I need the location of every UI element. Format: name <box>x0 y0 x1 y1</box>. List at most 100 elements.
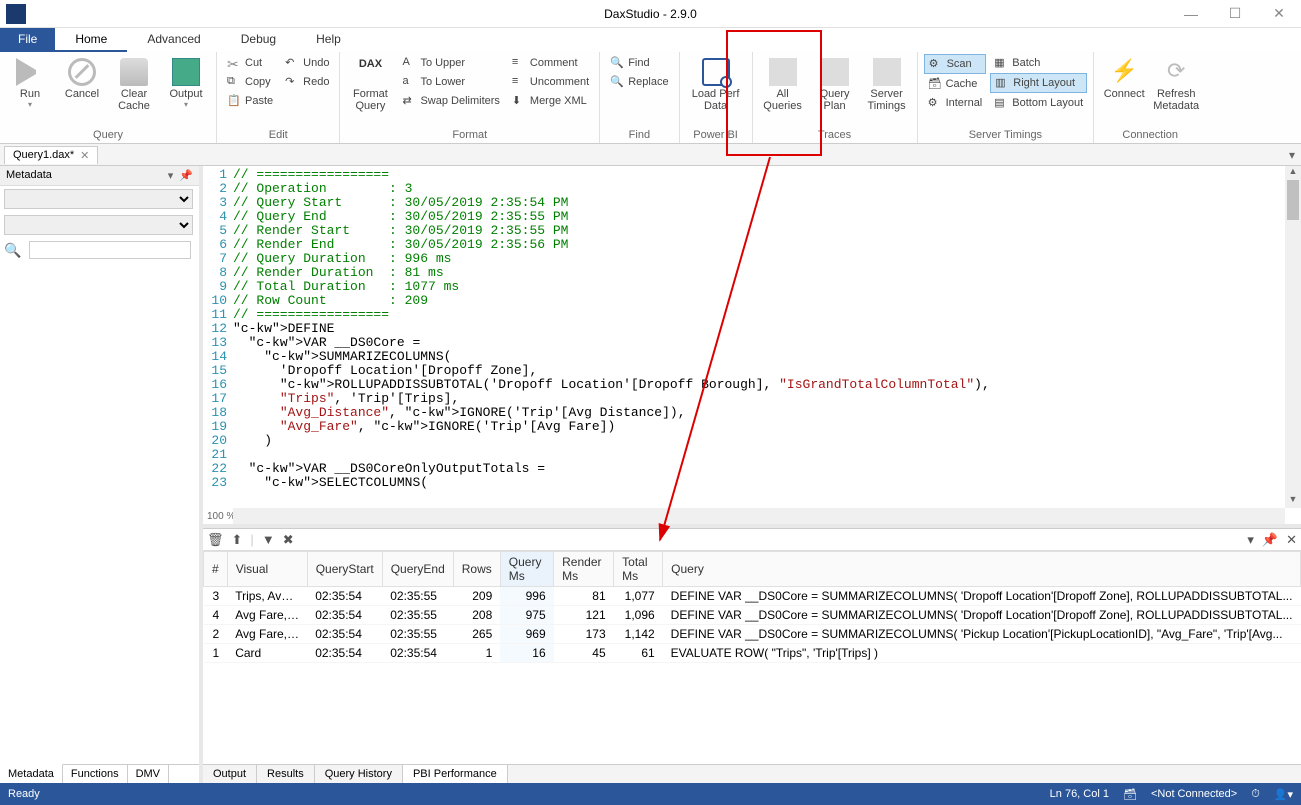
results-tab-results[interactable]: Results <box>257 765 315 783</box>
internal-toggle[interactable]: ⚙Internal <box>924 94 987 112</box>
sidebar-tab-functions[interactable]: Functions <box>63 765 128 783</box>
results-tab-output[interactable]: Output <box>203 765 257 783</box>
title-bar: DaxStudio - 2.9.0 — ☐ ✕ <box>0 0 1301 28</box>
col-querystart[interactable]: QueryStart <box>307 552 382 587</box>
table-row[interactable]: 2Avg Fare, Fi02:35:5402:35:552659691731,… <box>204 625 1301 644</box>
query-plan-button[interactable]: Query Plan <box>811 54 859 112</box>
clear-filter-icon[interactable]: ✖ <box>283 532 294 548</box>
col-rows[interactable]: Rows <box>453 552 500 587</box>
paste-button[interactable]: 📋Paste <box>223 92 277 110</box>
export-icon[interactable]: ⬆ <box>232 532 243 548</box>
batch-icon: ▦ <box>994 56 1008 70</box>
close-button[interactable]: ✕ <box>1257 0 1301 28</box>
panel-close-icon[interactable]: ✕ <box>1286 532 1297 548</box>
server-timings-button[interactable]: Server Timings <box>863 54 911 112</box>
scan-icon: ⚙ <box>929 57 943 71</box>
database-select[interactable] <box>4 189 193 209</box>
merge-xml-button[interactable]: ⬇Merge XML <box>508 92 593 110</box>
panel-menu-icon[interactable]: ▾ <box>1247 532 1254 548</box>
scroll-up-icon[interactable]: ▲ <box>1285 166 1301 180</box>
uncomment-button[interactable]: ≡Uncomment <box>508 73 593 91</box>
upper-icon: A <box>402 56 416 70</box>
panel-dropdown-icon[interactable]: ▾ <box>168 169 174 182</box>
tab-home[interactable]: Home <box>55 28 127 52</box>
run-button[interactable]: Run▾ <box>6 54 54 109</box>
queries-icon <box>769 58 797 86</box>
sidebar-tab-dmv[interactable]: DMV <box>128 765 169 783</box>
table-row[interactable]: 1Card02:35:5402:35:541164561EVALUATE ROW… <box>204 644 1301 663</box>
col-queryms[interactable]: Query Ms <box>500 552 553 587</box>
col-renderms[interactable]: Render Ms <box>554 552 614 587</box>
to-upper-button[interactable]: ATo Upper <box>398 54 503 72</box>
clear-results-icon[interactable]: 🗑 <box>207 532 224 548</box>
refresh-metadata-button[interactable]: ⟳Refresh Metadata <box>1152 54 1200 112</box>
tab-debug[interactable]: Debug <box>221 28 296 52</box>
database-icon <box>120 58 148 86</box>
group-traces-label: Traces <box>759 127 911 143</box>
merge-icon: ⬇ <box>512 94 526 108</box>
grid-icon <box>172 58 200 86</box>
group-connection-label: Connection <box>1100 127 1200 143</box>
internal-icon: ⚙ <box>928 96 942 110</box>
right-layout-toggle[interactable]: ▥Right Layout <box>990 73 1087 93</box>
load-perf-data-button[interactable]: Load Perf Data <box>686 54 746 112</box>
tab-advanced[interactable]: Advanced <box>127 28 220 52</box>
results-tab-history[interactable]: Query History <box>315 765 403 783</box>
status-user-icon[interactable]: 👤▾ <box>1274 788 1293 801</box>
col-totalms[interactable]: Total Ms <box>614 552 663 587</box>
output-button[interactable]: Output▾ <box>162 54 210 109</box>
horizontal-scrollbar[interactable] <box>233 508 1285 524</box>
undo-button[interactable]: ↶Undo <box>281 54 333 72</box>
tab-help[interactable]: Help <box>296 28 361 52</box>
bottom-layout-toggle[interactable]: ▤Bottom Layout <box>990 94 1087 112</box>
scan-toggle[interactable]: ⚙Scan <box>924 54 987 74</box>
group-format-label: Format <box>346 127 593 143</box>
sidebar-tab-metadata[interactable]: Metadata <box>0 764 63 783</box>
document-tab[interactable]: Query1.dax*✕ <box>4 146 98 164</box>
col-num[interactable]: # <box>204 552 228 587</box>
vertical-scrollbar[interactable]: ▲▼ <box>1285 166 1301 508</box>
all-queries-button[interactable]: All Queries <box>759 54 807 112</box>
col-visual[interactable]: Visual <box>227 552 307 587</box>
plan-icon <box>821 58 849 86</box>
scroll-down-icon[interactable]: ▼ <box>1285 494 1301 508</box>
filter-icon[interactable]: ▼ <box>262 532 275 548</box>
code-content[interactable]: // =================// Operation : 3// Q… <box>233 166 1301 524</box>
swap-delim-button[interactable]: ⇄Swap Delimiters <box>398 92 503 110</box>
clear-cache-button[interactable]: Clear Cache <box>110 54 158 112</box>
comment-button[interactable]: ≡Comment <box>508 54 593 72</box>
table-row[interactable]: 4Avg Fare, Tr02:35:5402:35:552089751211,… <box>204 606 1301 625</box>
cut-button[interactable]: ✂Cut <box>223 54 277 72</box>
model-select[interactable] <box>4 215 193 235</box>
metadata-search-input[interactable] <box>29 241 191 259</box>
find-button[interactable]: 🔍Find <box>606 54 672 72</box>
close-tab-icon[interactable]: ✕ <box>80 149 89 162</box>
panel-pin-icon[interactable]: 📌 <box>179 169 193 182</box>
format-query-button[interactable]: DAXFormat Query <box>346 54 394 112</box>
results-panel: 🗑 ⬆ | ▼ ✖ ▾ 📌 ✕ # Visual QueryS <box>203 528 1301 783</box>
cancel-button[interactable]: Cancel <box>58 54 106 100</box>
minimize-button[interactable]: — <box>1169 0 1213 28</box>
table-row[interactable]: 3Trips, Avg D02:35:5402:35:55209996811,0… <box>204 587 1301 606</box>
code-editor[interactable]: 1234567891011121314151617181920212223 //… <box>203 166 1301 528</box>
col-query[interactable]: Query <box>663 552 1301 587</box>
copy-button[interactable]: ⧉Copy <box>223 73 277 91</box>
cache-toggle[interactable]: 🗃Cache <box>924 75 987 93</box>
redo-button[interactable]: ↷Redo <box>281 73 333 91</box>
panel-pin-icon[interactable]: 📌 <box>1262 532 1278 548</box>
replace-button[interactable]: 🔍Replace <box>606 73 672 91</box>
tabs-overflow-icon[interactable]: ▾ <box>1283 148 1301 162</box>
results-tab-pbi[interactable]: PBI Performance <box>403 765 508 783</box>
connect-button[interactable]: ⚡Connect <box>1100 54 1148 100</box>
to-lower-button[interactable]: aTo Lower <box>398 73 503 91</box>
batch-toggle[interactable]: ▦Batch <box>990 54 1087 72</box>
status-bar: Ready Ln 76, Col 1 🗃 <Not Connected> ⏱ 👤… <box>0 783 1301 805</box>
perf-grid[interactable]: # Visual QueryStart QueryEnd Rows Query … <box>203 551 1301 764</box>
status-conn-icon: 🗃 <box>1123 788 1137 801</box>
bottom-layout-icon: ▤ <box>994 96 1008 110</box>
col-queryend[interactable]: QueryEnd <box>382 552 453 587</box>
scroll-thumb[interactable] <box>1287 180 1299 220</box>
tab-file[interactable]: File <box>0 28 55 52</box>
find-icon: 🔍 <box>610 56 624 70</box>
maximize-button[interactable]: ☐ <box>1213 0 1257 28</box>
